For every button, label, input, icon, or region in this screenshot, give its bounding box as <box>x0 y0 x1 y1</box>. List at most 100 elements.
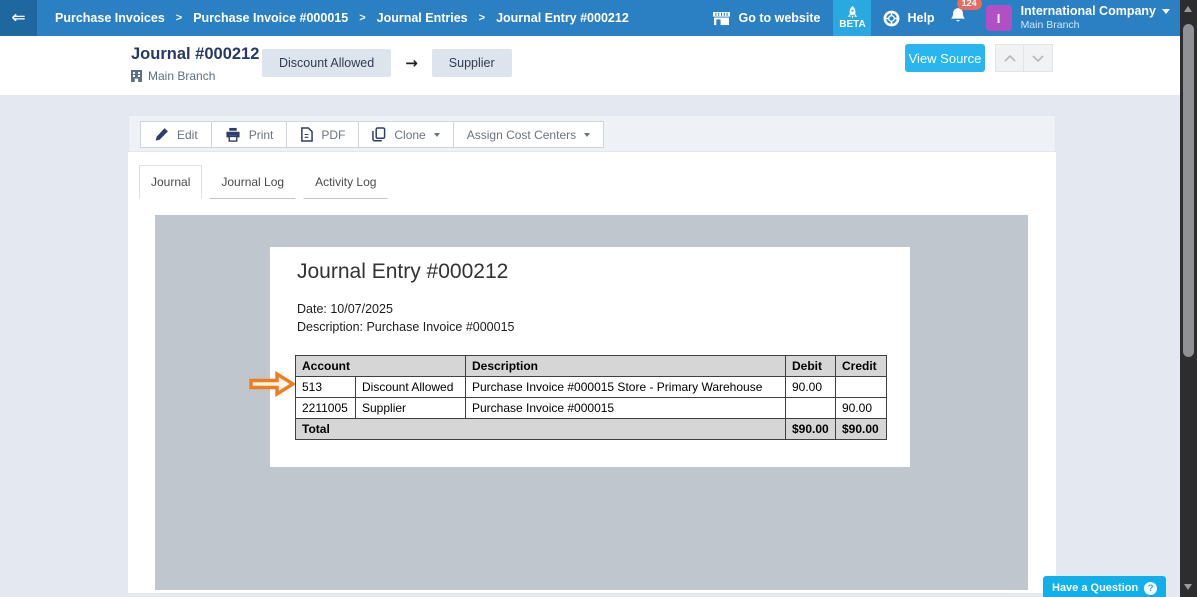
breadcrumb-separator: > <box>479 12 485 24</box>
chevron-down-icon <box>1162 9 1170 14</box>
table-total-row: Total $90.00 $90.00 <box>296 419 887 440</box>
journal-document-page: Journal Entry #000212 Date: 10/07/2025 D… <box>270 247 910 467</box>
tab-bar: Journal Journal Log Activity Log <box>139 165 395 199</box>
help-label: Help <box>907 11 934 25</box>
clone-label: Clone <box>394 128 425 142</box>
account-name-cell: Discount Allowed <box>356 377 466 398</box>
credit-cell: 90.00 <box>836 398 887 419</box>
breadcrumb-purchase-invoice[interactable]: Purchase Invoice #000015 <box>193 11 348 25</box>
description-cell: Purchase Invoice #000015 <box>466 398 786 419</box>
next-record-button[interactable] <box>1024 44 1053 72</box>
account-column-header: Account <box>296 356 466 377</box>
total-credit-cell: $90.00 <box>836 419 887 440</box>
debit-column-header: Debit <box>786 356 836 377</box>
help-button[interactable]: Help <box>883 10 934 27</box>
record-pager <box>995 44 1053 72</box>
branch-label: Main Branch <box>148 69 215 83</box>
tab-journal-log[interactable]: Journal Log <box>209 165 296 199</box>
edit-label: Edit <box>177 128 198 142</box>
lifebuoy-icon <box>883 10 900 27</box>
pdf-label: PDF <box>321 128 345 142</box>
company-branch-label: Main Branch <box>1021 19 1170 32</box>
chevron-down-icon <box>434 133 440 137</box>
go-to-website-link[interactable]: Go to website <box>712 11 821 26</box>
company-avatar-initial: I <box>997 11 1001 26</box>
print-label: Print <box>249 128 274 142</box>
description-cell: Purchase Invoice #000015 Store - Primary… <box>466 377 786 398</box>
collapse-sidebar-button[interactable]: ⇐ <box>0 0 37 36</box>
beta-button[interactable]: BETA <box>833 0 871 36</box>
tab-activity-log[interactable]: Activity Log <box>303 165 388 199</box>
debit-cell: 90.00 <box>786 377 836 398</box>
edit-button[interactable]: Edit <box>140 121 212 148</box>
breadcrumb-separator: > <box>359 12 365 24</box>
topbar-actions: Go to website BETA Help 124 I Internatio… <box>712 0 1180 36</box>
rocket-icon <box>847 6 858 19</box>
total-debit-cell: $90.00 <box>786 419 836 440</box>
have-a-question-label: Have a Question <box>1052 582 1138 594</box>
pdf-file-icon <box>300 127 313 142</box>
table-header-row: Account Description Debit Credit <box>296 356 887 377</box>
breadcrumb-purchase-invoices[interactable]: Purchase Invoices <box>55 11 165 25</box>
annotation-arrow-icon <box>249 371 295 397</box>
company-avatar[interactable]: I <box>986 5 1012 31</box>
chevron-down-icon <box>1032 55 1044 62</box>
breadcrumb-journal-entries[interactable]: Journal Entries <box>377 11 468 25</box>
printer-icon <box>225 127 241 142</box>
chevron-down-icon <box>584 133 590 137</box>
beta-label: BETA <box>839 19 865 30</box>
pdf-button[interactable]: PDF <box>287 121 359 148</box>
flow-arrow-icon: → <box>405 54 418 72</box>
chevron-up-icon <box>1004 55 1016 62</box>
breadcrumb-journal-entry-current: Journal Entry #000212 <box>496 11 629 25</box>
clone-button[interactable]: Clone <box>359 121 453 148</box>
page-header: Journal #000212 Main Branch Discount All… <box>0 36 1180 95</box>
print-button[interactable]: Print <box>212 121 288 148</box>
flow-to-chip: Supplier <box>432 49 512 77</box>
branch-line: Main Branch <box>131 69 215 83</box>
scroll-down-arrow-icon[interactable] <box>1184 584 1192 590</box>
assign-cost-centers-label: Assign Cost Centers <box>467 128 576 142</box>
total-label-cell: Total <box>296 419 786 440</box>
pencil-icon <box>154 127 169 142</box>
company-name-label: International Company <box>1021 4 1156 20</box>
storefront-icon <box>712 11 731 26</box>
breadcrumb-separator: > <box>176 12 182 24</box>
document-viewer: Journal Entry #000212 Date: 10/07/2025 D… <box>155 215 1028 590</box>
company-menu[interactable]: International Company Main Branch <box>1021 4 1170 33</box>
previous-record-button[interactable] <box>995 44 1024 72</box>
credit-cell <box>836 377 887 398</box>
view-source-button[interactable]: View Source <box>905 44 985 72</box>
scrollbar-thumb[interactable] <box>1183 24 1194 357</box>
journal-flow: Discount Allowed → Supplier <box>262 49 512 77</box>
have-a-question-button[interactable]: Have a Question ? <box>1043 576 1166 597</box>
journal-card: Edit Print PDF Clone Assign Cost Centers… <box>128 115 1056 593</box>
credit-column-header: Credit <box>836 356 887 377</box>
description-column-header: Description <box>466 356 786 377</box>
vertical-scrollbar[interactable] <box>1180 0 1197 597</box>
page-title: Journal #000212 <box>131 45 259 64</box>
flow-from-chip: Discount Allowed <box>262 49 391 77</box>
journal-lines-table: Account Description Debit Credit 513 Dis… <box>295 355 887 440</box>
top-navigation-bar: ⇐ Purchase Invoices > Purchase Invoice #… <box>0 0 1180 36</box>
table-row: 513 Discount Allowed Purchase Invoice #0… <box>296 377 887 398</box>
collapse-sidebar-icon: ⇐ <box>11 10 25 27</box>
tab-journal[interactable]: Journal <box>139 165 202 199</box>
document-date: Date: 10/07/2025 <box>297 302 393 316</box>
account-code-cell: 513 <box>296 377 356 398</box>
document-title: Journal Entry #000212 <box>297 260 508 284</box>
notifications-button[interactable]: 124 <box>950 7 966 29</box>
scroll-up-arrow-icon[interactable] <box>1184 6 1192 12</box>
toolbar-button-group: Edit Print PDF Clone Assign Cost Centers <box>140 121 604 148</box>
question-mark-icon: ? <box>1144 582 1157 595</box>
document-description: Description: Purchase Invoice #000015 <box>297 320 515 334</box>
go-to-website-label: Go to website <box>739 11 821 25</box>
debit-cell <box>786 398 836 419</box>
clone-icon <box>372 127 386 142</box>
assign-cost-centers-button[interactable]: Assign Cost Centers <box>454 121 604 148</box>
account-name-cell: Supplier <box>356 398 466 419</box>
breadcrumb: Purchase Invoices > Purchase Invoice #00… <box>55 11 629 25</box>
building-icon <box>131 70 142 82</box>
table-row: 2211005 Supplier Purchase Invoice #00001… <box>296 398 887 419</box>
notification-count-badge: 124 <box>957 0 982 10</box>
